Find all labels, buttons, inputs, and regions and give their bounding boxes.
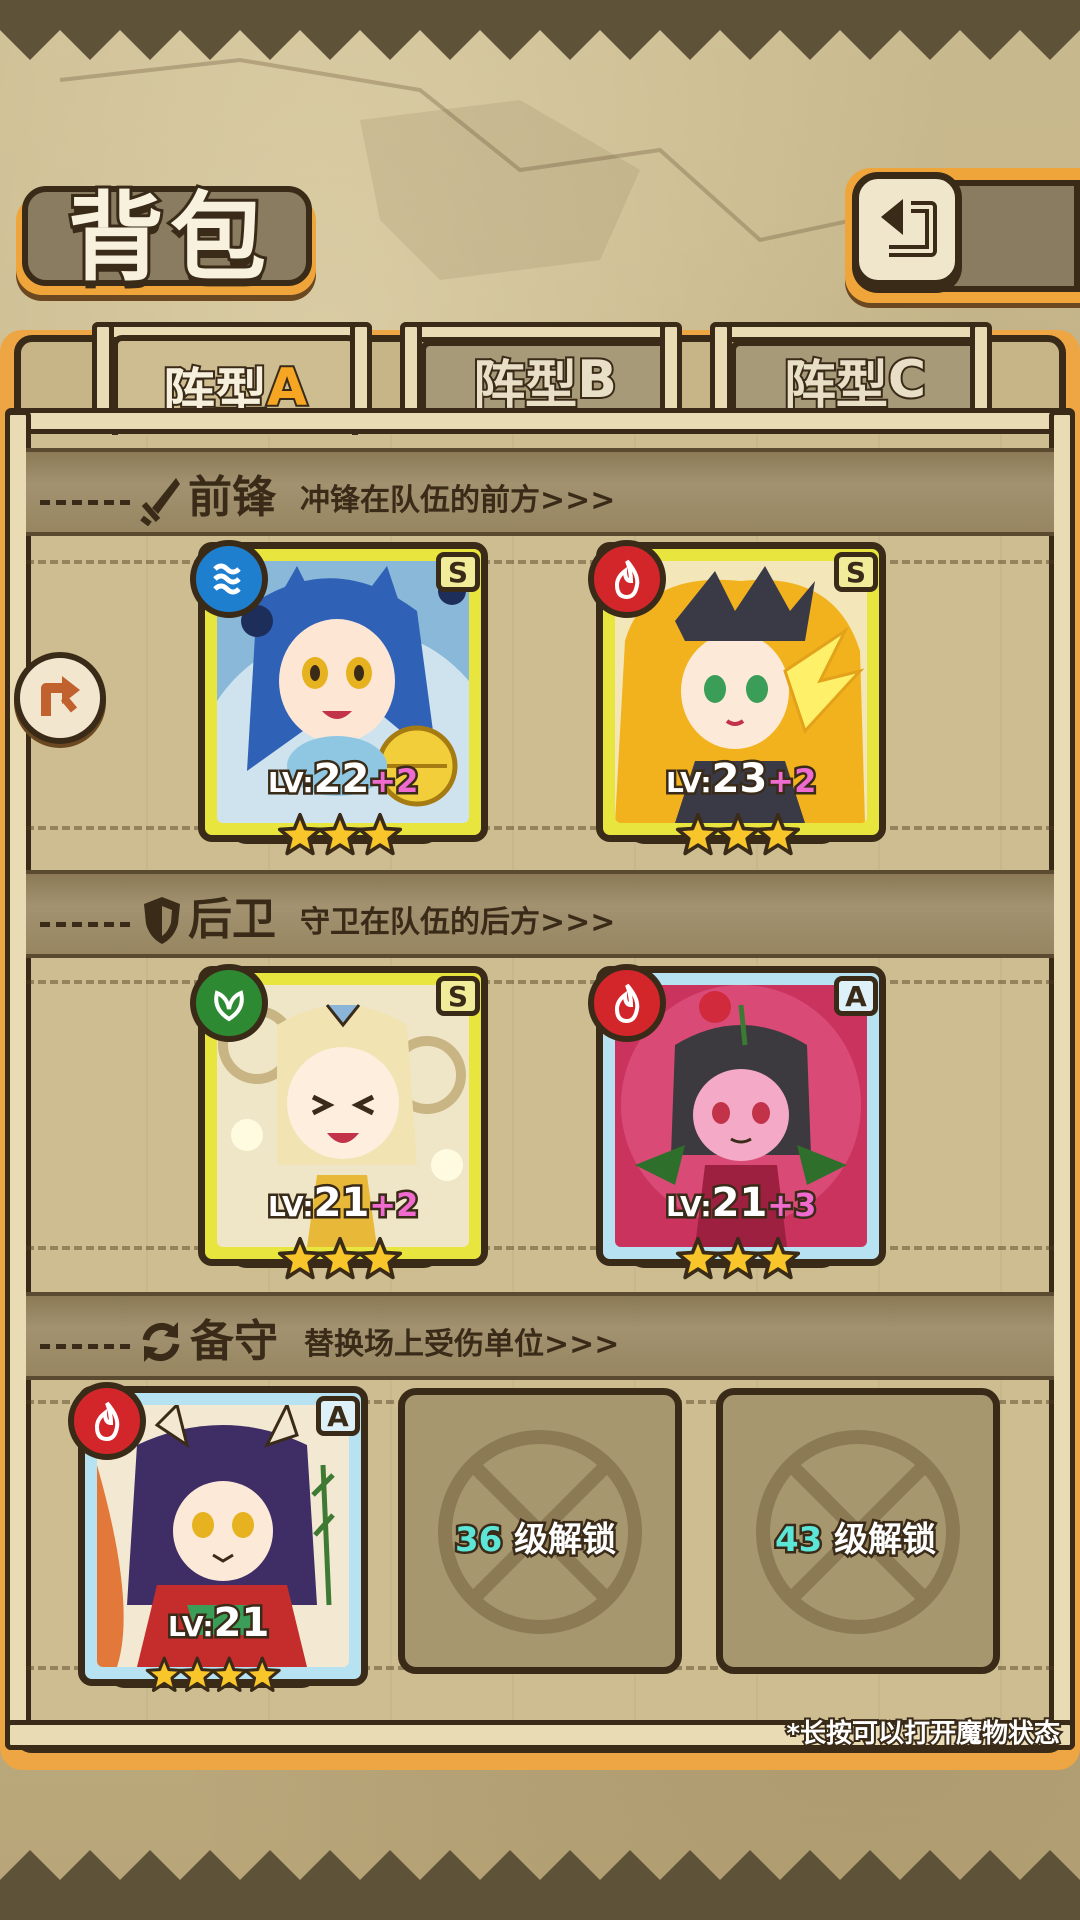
- tab-label-prefix: 阵型: [471, 354, 579, 418]
- long-press-hint: *长按可以打开魔物状态: [784, 1717, 1062, 1751]
- sword-icon: [140, 478, 180, 526]
- unit-level: LV:21+3: [664, 1178, 819, 1229]
- section-desc-rearguard: 守卫在队伍的后方>>>: [300, 905, 616, 940]
- tab-beam-c: [710, 322, 990, 342]
- dash-line: [40, 500, 130, 505]
- section-desc-vanguard: 冲锋在队伍的前方>>>: [300, 483, 616, 518]
- rank-badge: A: [834, 976, 878, 1016]
- shield-icon: [144, 897, 180, 944]
- rank-badge: S: [436, 976, 480, 1016]
- star-icon: [755, 1236, 801, 1280]
- tab-beam-b: [400, 322, 680, 342]
- rank-badge: S: [436, 552, 480, 592]
- element-wood-icon: [190, 964, 268, 1042]
- rearguard-row: [26, 980, 1054, 1250]
- tab-label-letter: B: [575, 348, 619, 412]
- tab-formation-c[interactable]: 阵型 C: [730, 340, 980, 418]
- rank-badge: A: [316, 1396, 360, 1436]
- frame-rail-top: [5, 408, 1075, 434]
- section-desc-reserve: 替换场上受伤单位>>>: [304, 1327, 620, 1362]
- star-rating: [675, 812, 801, 858]
- unit-level: LV:21+2: [266, 1178, 421, 1229]
- expand-arrow-button[interactable]: [14, 652, 106, 744]
- star-icon: [755, 812, 801, 856]
- star-rating: [145, 1652, 281, 1698]
- vanguard-row: [26, 560, 1054, 830]
- swap-icon: [142, 1322, 180, 1362]
- unit-level: LV:22+2: [266, 754, 421, 805]
- arrow-up-right-icon: [41, 676, 80, 716]
- page-title: 背包: [65, 179, 272, 297]
- unlock-level-text: 43 级解锁: [772, 1518, 938, 1563]
- return-arrow-icon: [881, 199, 937, 257]
- star-icon: [243, 1656, 281, 1692]
- top-border: [0, 0, 1080, 60]
- element-fire-icon: [68, 1382, 146, 1460]
- tab-formation-b[interactable]: 阵型 B: [420, 340, 670, 418]
- back-button[interactable]: [852, 172, 962, 287]
- rank-badge: S: [834, 552, 878, 592]
- element-fire-icon: [588, 540, 666, 618]
- star-icon: [357, 812, 403, 856]
- element-water-icon: [190, 540, 268, 618]
- tab-label-prefix: 阵型: [782, 354, 890, 418]
- section-title-reserve: 备守: [190, 1316, 278, 1367]
- unit-level: LV:21: [166, 1598, 272, 1649]
- section-title-vanguard: 前锋: [188, 472, 276, 523]
- tab-label-letter: C: [886, 348, 928, 412]
- dash-line: [40, 1344, 130, 1349]
- section-title-rearguard: 后卫: [188, 894, 276, 945]
- unlock-level-text: 36 级解锁: [452, 1518, 618, 1563]
- bottom-border: [0, 1850, 1080, 1920]
- dash-line: [40, 922, 130, 927]
- unit-level: LV:23+2: [664, 754, 819, 805]
- star-rating: [277, 812, 403, 858]
- star-rating: [277, 1236, 403, 1282]
- star-icon: [357, 1236, 403, 1280]
- element-fire-icon: [588, 964, 666, 1042]
- star-rating: [675, 1236, 801, 1282]
